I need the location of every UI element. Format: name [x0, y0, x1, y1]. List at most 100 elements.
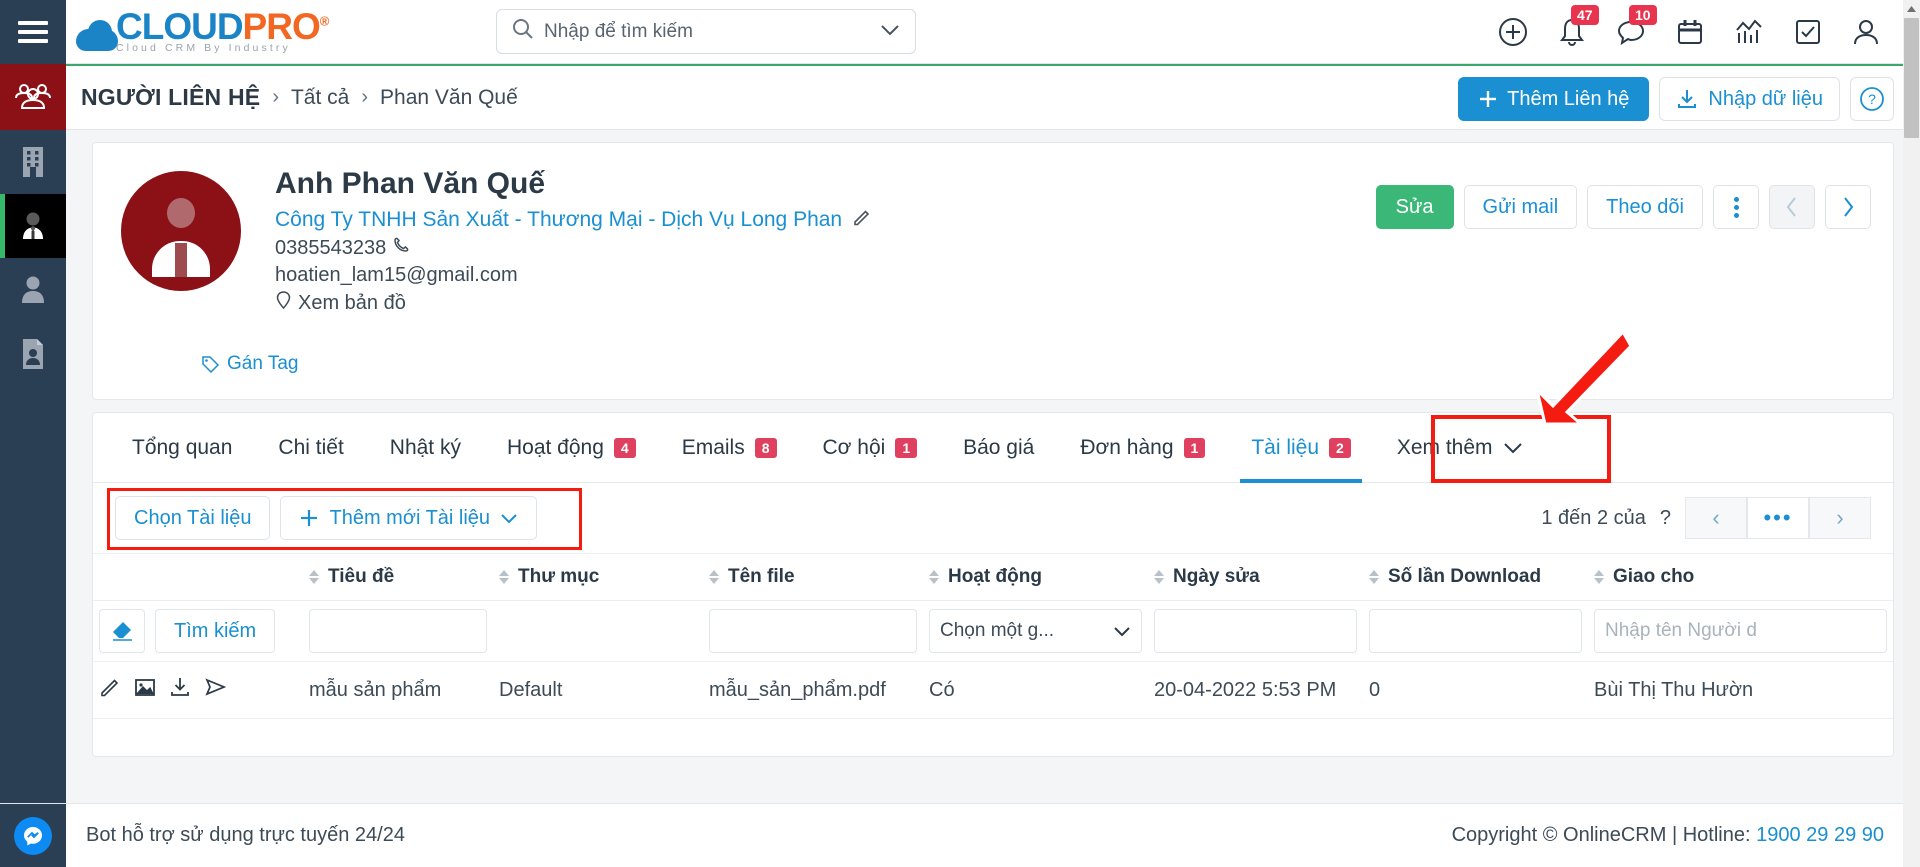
filter-tieu-de-input[interactable] [309, 609, 487, 653]
tab-don-hang[interactable]: Đơn hàng 1 [1057, 413, 1228, 483]
edit-row-icon[interactable] [99, 676, 121, 704]
add-document-label: Thêm mới Tài liệu [329, 506, 491, 529]
column-ngay-sua[interactable]: Ngày sửa [1148, 553, 1363, 601]
table-row[interactable]: mẫu sản phẩm Default mẫu_sản_phẩm.pdf Có… [93, 661, 1893, 719]
tab-label: Tổng quan [132, 435, 233, 459]
contact-map-row[interactable]: Xem bản đồ [275, 290, 872, 316]
global-search[interactable]: Nhập để tìm kiếm [496, 9, 916, 54]
clear-filters-button[interactable] [99, 609, 145, 653]
app-logo[interactable]: CLOUDPRO® Cloud CRM By Industry [76, 8, 329, 54]
pagination-next-button[interactable]: › [1809, 497, 1871, 539]
tab-badge: 1 [1183, 437, 1206, 458]
select-document-button[interactable]: Chọn Tài liệu [115, 496, 271, 540]
tab-tong-quan[interactable]: Tổng quan [109, 413, 255, 483]
tab-co-hoi[interactable]: Cơ hội 1 [800, 413, 941, 483]
edit-pencil-icon[interactable] [852, 207, 872, 233]
table-filter-row: Tìm kiếm Chọn một g... [93, 600, 1893, 662]
tab-chi-tiet[interactable]: Chi tiết [255, 413, 366, 483]
pagination: 1 đến 2 của ? ‹ ••• › [1541, 497, 1871, 539]
pagination-range: 1 đến 2 của [1541, 506, 1646, 529]
add-contact-button[interactable]: Thêm Liên hệ [1458, 77, 1650, 121]
tab-badge: 8 [754, 437, 777, 458]
filter-hoat-dong-select[interactable]: Chọn một g... [929, 609, 1142, 653]
filter-ten-file-input[interactable] [709, 609, 917, 653]
previous-record-button[interactable] [1769, 185, 1815, 229]
documents-toolbar-buttons: Chọn Tài liệu Thêm mới Tài liệu [107, 488, 582, 550]
column-thu-muc[interactable]: Thư mục [493, 553, 703, 601]
footer-copyright: Copyright © OnlineCRM [1451, 824, 1667, 846]
sort-icon [499, 569, 511, 584]
column-giao-cho[interactable]: Giao cho [1588, 553, 1893, 601]
tab-label: Báo giá [963, 435, 1035, 459]
next-record-button[interactable] [1825, 185, 1871, 229]
edit-button[interactable]: Sửa [1375, 185, 1454, 229]
sort-icon [1594, 569, 1606, 584]
column-label: Tên file [728, 566, 795, 587]
tab-emails[interactable]: Emails 8 [659, 413, 800, 483]
hamburger-icon [18, 16, 48, 48]
assign-tag-button[interactable]: Gán Tag [201, 353, 298, 375]
search-input[interactable]: Nhập để tìm kiếm [544, 21, 880, 43]
sidebar-item-documents[interactable] [0, 322, 66, 386]
follow-button[interactable]: Theo dõi [1587, 185, 1703, 229]
contact-company-link[interactable]: Công Ty TNHH Sản Xuất - Thương Mại - Dịc… [275, 208, 842, 232]
sidebar-item-leads[interactable] [0, 258, 66, 322]
preview-image-icon[interactable] [134, 676, 156, 704]
send-row-icon[interactable] [204, 676, 227, 704]
import-data-button[interactable]: Nhập dữ liệu [1659, 77, 1840, 121]
column-hoat-dong[interactable]: Hoạt động [923, 553, 1148, 601]
send-mail-button[interactable]: Gửi mail [1463, 185, 1578, 229]
tab-label: Tài liệu [1251, 435, 1320, 459]
breadcrumb-all[interactable]: Tất cả [291, 86, 349, 110]
column-so-lan-download[interactable]: Số lần Download [1363, 553, 1588, 601]
tab-tai-lieu[interactable]: Tài liệu 2 [1228, 413, 1374, 483]
sort-icon [1154, 569, 1166, 584]
task-checkbox-icon[interactable] [1794, 18, 1822, 46]
tab-xem-them[interactable]: Xem thêm [1374, 413, 1546, 483]
sidebar-item-contacts-module[interactable] [0, 64, 66, 130]
help-button[interactable]: ? [1850, 77, 1894, 121]
top-header: CLOUDPRO® Cloud CRM By Industry Nhập để … [0, 0, 1920, 64]
bell-icon[interactable]: 47 [1558, 5, 1599, 47]
filter-so-lan-download-input[interactable] [1369, 609, 1582, 653]
sidebar-item-companies[interactable] [0, 130, 66, 194]
tab-label: Đơn hàng [1080, 435, 1174, 459]
menu-toggle-button[interactable] [0, 0, 66, 64]
sort-icon [309, 569, 321, 584]
pagination-prev-button[interactable]: ‹ [1685, 497, 1747, 539]
tab-nhat-ky[interactable]: Nhật ký [367, 413, 484, 483]
user-account-icon[interactable] [1852, 17, 1880, 47]
filter-ngay-sua-input[interactable] [1154, 609, 1357, 653]
contact-email[interactable]: hoatien_lam15@gmail.com [275, 264, 518, 287]
filter-giao-cho-input[interactable] [1594, 609, 1887, 653]
assign-tag-label: Gán Tag [227, 353, 299, 374]
sort-icon [929, 569, 941, 584]
add-circle-icon[interactable] [1498, 17, 1528, 47]
sidebar-item-contacts[interactable] [0, 194, 66, 258]
footer-hotline-number[interactable]: 1900 29 29 90 [1756, 824, 1884, 846]
logo-text: CLOUDPRO® [116, 8, 329, 45]
scrollbar-up-arrow[interactable] [1903, 0, 1920, 17]
chevron-down-icon[interactable] [880, 23, 900, 41]
breadcrumb-separator: › [272, 86, 279, 108]
column-ten-file[interactable]: Tên file [703, 553, 923, 601]
analytics-icon[interactable] [1734, 17, 1764, 47]
chat-icon[interactable]: 10 [1616, 5, 1657, 47]
search-filter-button[interactable]: Tìm kiếm [155, 609, 276, 653]
pagination-buttons: ‹ ••• › [1685, 497, 1871, 539]
more-options-button[interactable] [1713, 185, 1759, 229]
eraser-icon [113, 622, 132, 641]
column-tieu-de[interactable]: Tiêu đề [303, 553, 493, 601]
page-scrollbar-thumb[interactable] [1904, 18, 1919, 138]
add-document-button[interactable]: Thêm mới Tài liệu [280, 496, 538, 540]
calendar-icon[interactable] [1676, 17, 1704, 47]
view-map-label: Xem bản đồ [298, 291, 406, 314]
tab-label: Chi tiết [278, 435, 344, 459]
tab-bao-gia[interactable]: Báo giá [940, 413, 1057, 483]
pagination-more-button[interactable]: ••• [1747, 497, 1809, 539]
breadcrumb-module[interactable]: NGƯỜI LIÊN HỆ [81, 84, 260, 111]
tab-hoat-dong[interactable]: Hoạt động 4 [484, 413, 659, 483]
messenger-icon[interactable] [14, 816, 52, 855]
phone-icon[interactable] [392, 236, 411, 261]
download-row-icon[interactable] [169, 676, 191, 704]
